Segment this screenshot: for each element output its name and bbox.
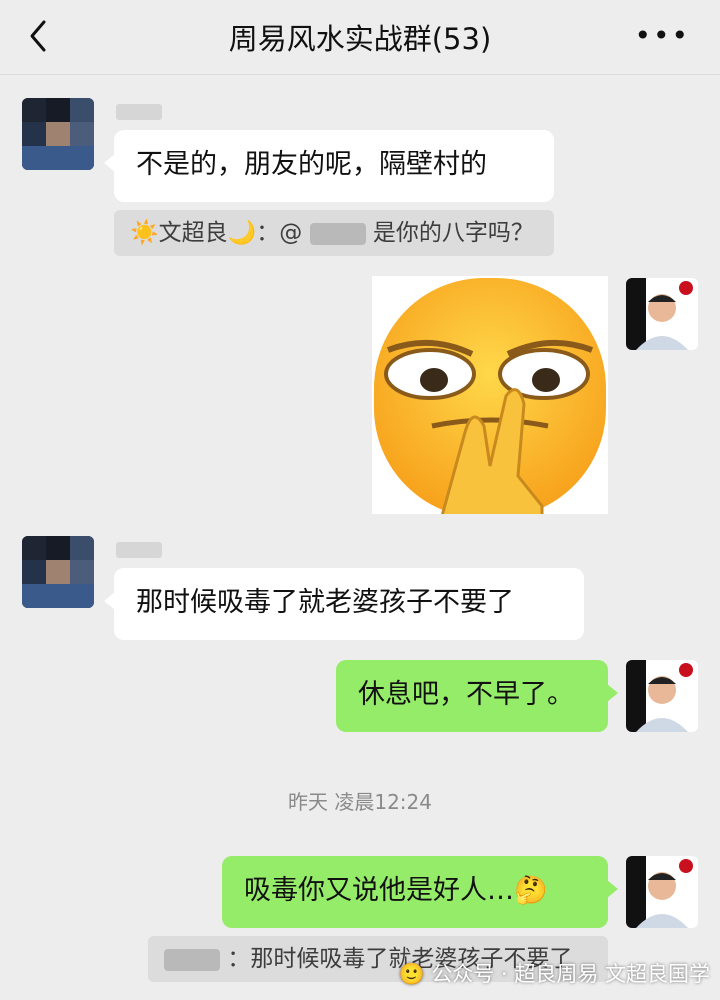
watermark: 🙂 公众号 · 超良周易 文超良国学: [398, 962, 710, 986]
message-bubble[interactable]: 那时候吸毒了就老婆孩子不要了: [104, 568, 584, 640]
my-avatar[interactable]: [626, 278, 698, 350]
message-text: 那时候吸毒了就老婆孩子不要了: [136, 587, 514, 618]
timestamp: 昨天 凌晨12:24: [288, 790, 432, 814]
sender-name-blurred: [116, 542, 162, 558]
user-portrait-icon: [626, 278, 698, 350]
quote-prefix: ☀️文超良🌙：@: [130, 220, 303, 246]
message-text: 不是的，朋友的呢，隔壁村的: [136, 149, 487, 180]
quoted-reply[interactable]: ☀️文超良🌙：@ 是你的八字吗？: [114, 210, 554, 256]
blurred-mention: [309, 222, 366, 245]
my-avatar[interactable]: [626, 856, 698, 928]
contact-avatar[interactable]: [22, 98, 94, 170]
message-bubble[interactable]: 吸毒你又说他是好人…🤔: [222, 856, 618, 928]
quote-suffix: 是你的八字吗？: [372, 220, 534, 246]
message-text: 吸毒你又说他是好人…🤔: [244, 875, 548, 906]
sticker-message[interactable]: [372, 276, 608, 518]
chat-title: 周易风水实战群(53): [228, 22, 492, 56]
my-avatar[interactable]: [626, 660, 698, 732]
user-portrait-icon: [626, 856, 698, 928]
pixelated-avatar-icon: [22, 536, 94, 608]
message-bubble[interactable]: 不是的，朋友的呢，隔壁村的: [104, 130, 554, 202]
chat-header: 周易风水实战群(53) •••: [0, 0, 720, 75]
message-bubble[interactable]: 休息吧，不早了。: [336, 660, 618, 732]
pixelated-avatar-icon: [22, 98, 94, 170]
smirk-emoji-sticker-icon: [372, 276, 608, 518]
message-text: 休息吧，不早了。: [358, 679, 574, 710]
blurred-sender: [164, 948, 220, 971]
contact-avatar[interactable]: [22, 536, 94, 608]
more-options-button[interactable]: •••: [634, 22, 690, 50]
user-portrait-icon: [626, 660, 698, 732]
sender-name-blurred: [116, 104, 162, 120]
